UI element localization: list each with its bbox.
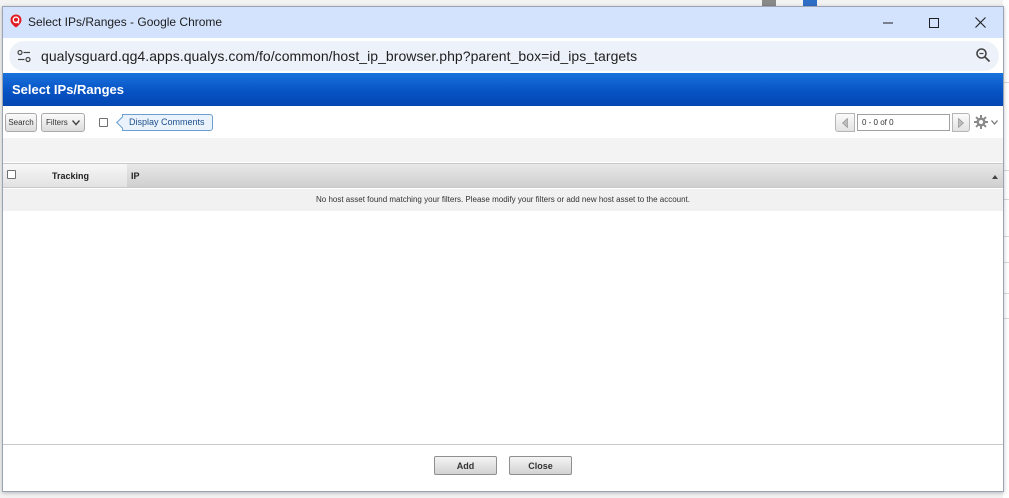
gear-icon	[974, 115, 988, 129]
search-button[interactable]: Search	[5, 113, 37, 132]
minimize-icon	[883, 22, 893, 23]
column-header-ip-label: IP	[131, 171, 140, 181]
qualys-logo-icon	[10, 14, 22, 28]
minimize-button[interactable]	[865, 7, 911, 38]
chevron-down-icon	[72, 120, 80, 126]
zoom-icon[interactable]	[975, 47, 991, 63]
toolbar: Search Filters Display Comments 0 - 0 of…	[3, 106, 1003, 138]
address-bar[interactable]: qualysguard.qg4.apps.qualys.com/fo/commo…	[9, 41, 999, 71]
chevron-down-icon	[991, 120, 998, 125]
empty-table-message: No host asset found matching your filter…	[3, 189, 1003, 211]
filter-bar	[3, 138, 1003, 162]
close-window-button[interactable]	[957, 7, 1003, 38]
dialog-footer: Add Close	[3, 444, 1003, 491]
filters-label: Filters	[46, 118, 68, 127]
dialog-title: Select IPs/Ranges	[12, 82, 124, 97]
window-title: Select IPs/Ranges - Google Chrome	[28, 15, 223, 29]
close-button[interactable]: Close	[509, 456, 572, 475]
pager-status[interactable]: 0 - 0 of 0	[857, 114, 950, 131]
arrow-right-icon	[958, 118, 964, 128]
sort-ascending-icon	[992, 175, 998, 179]
dialog-header: Select IPs/Ranges	[3, 73, 1003, 106]
table-header: Tracking IP	[3, 163, 1003, 188]
display-comments-label[interactable]: Display Comments	[122, 114, 213, 131]
maximize-icon	[929, 17, 939, 28]
window-titlebar: Select IPs/Ranges - Google Chrome	[3, 7, 1003, 38]
site-settings-icon[interactable]	[17, 49, 31, 63]
display-comments-checkbox[interactable]	[99, 118, 108, 127]
filters-button[interactable]: Filters	[41, 113, 85, 132]
next-page-button[interactable]	[952, 113, 970, 132]
previous-page-button[interactable]	[835, 113, 855, 132]
select-all-checkbox[interactable]	[7, 170, 16, 179]
settings-menu-button[interactable]	[974, 115, 1002, 129]
url-text[interactable]: qualysguard.qg4.apps.qualys.com/fo/commo…	[41, 48, 637, 64]
close-icon	[974, 17, 986, 28]
maximize-button[interactable]	[911, 7, 957, 38]
popup-window: Select IPs/Ranges - Google Chrome qualys…	[2, 6, 1004, 492]
arrow-left-icon	[842, 118, 848, 128]
column-header-tracking[interactable]: Tracking	[52, 171, 89, 181]
add-button[interactable]: Add	[434, 456, 497, 475]
column-header-ip[interactable]: IP	[127, 164, 1003, 187]
